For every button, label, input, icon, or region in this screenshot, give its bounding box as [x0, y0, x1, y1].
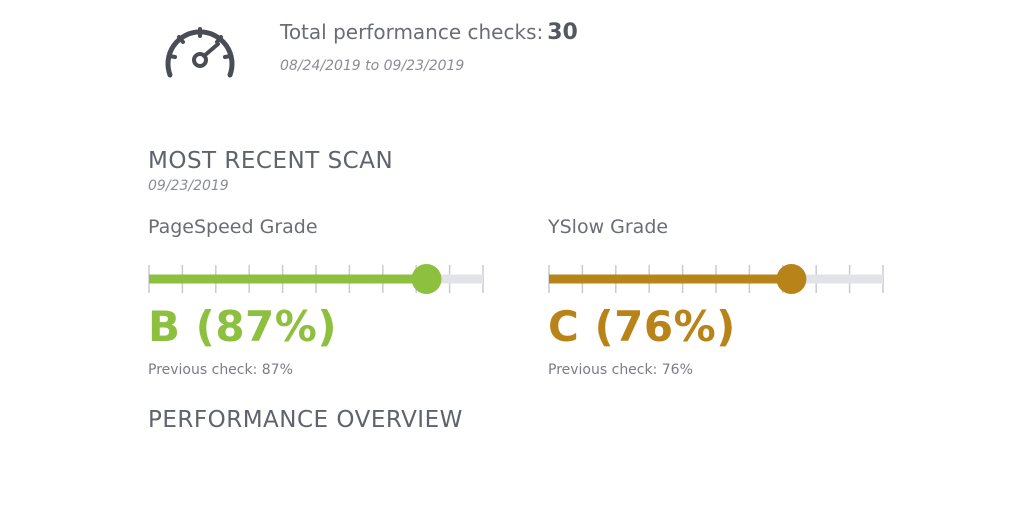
pagespeed-previous-check: Previous check: 87%: [148, 362, 293, 378]
pagespeed-knob: [411, 264, 442, 294]
total-checks-label: Total performance checks:: [280, 20, 544, 44]
yslow-grade-value: C (76%): [548, 302, 736, 351]
total-checks-value: 30: [547, 20, 578, 45]
pagespeed-grade-bar: [148, 264, 484, 294]
most-recent-scan-date: 09/23/2019: [148, 178, 229, 194]
speedometer-icon: [165, 27, 235, 78]
pagespeed-grade-value: B (87%): [148, 302, 338, 351]
yslow-grade-label: YSlow Grade: [548, 216, 669, 238]
total-checks: Total performance checks: 30: [280, 20, 578, 45]
performance-overview-title: PERFORMANCE OVERVIEW: [148, 407, 463, 433]
yslow-grade-bar: [548, 264, 884, 294]
most-recent-scan-title: MOST RECENT SCAN: [148, 148, 394, 174]
date-range: 08/24/2019 to 09/23/2019: [280, 58, 465, 74]
pagespeed-grade-label: PageSpeed Grade: [148, 216, 318, 238]
yslow-previous-check: Previous check: 76%: [548, 362, 693, 378]
yslow-knob: [776, 264, 807, 294]
